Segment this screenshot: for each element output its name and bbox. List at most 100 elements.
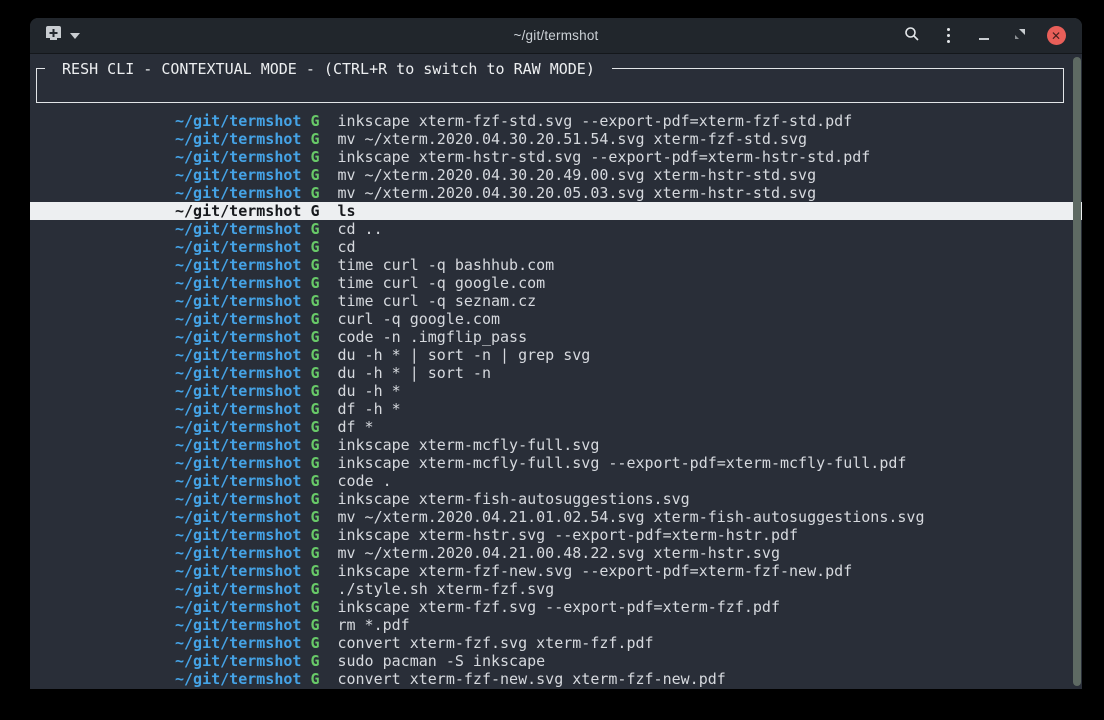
- prompt-path: ~/git/termshot: [175, 634, 301, 652]
- command-text: code .: [337, 472, 391, 490]
- menu-kebab-icon: [947, 28, 950, 43]
- git-indicator: G: [310, 400, 319, 418]
- git-indicator: G: [310, 382, 319, 400]
- prompt-path: ~/git/termshot: [175, 112, 301, 130]
- git-indicator: G: [310, 562, 319, 580]
- history-row[interactable]: ~/git/termshotGsudo pacman -S inkscape: [30, 652, 1082, 670]
- search-button[interactable]: [898, 22, 926, 50]
- command-text: code -n .imgflip_pass: [337, 328, 527, 346]
- history-row[interactable]: ~/git/termshotGmv ~/xterm.2020.04.30.20.…: [30, 130, 1082, 148]
- history-row[interactable]: ~/git/termshotGinkscape xterm-fzf-std.sv…: [30, 112, 1082, 130]
- git-indicator: G: [310, 274, 319, 292]
- history-row[interactable]: ~/git/termshot Ginkscape xterm-mcfly-full…: [30, 436, 1082, 454]
- history-row[interactable]: ~/git/termshotGmv ~/xterm.2020.04.30.20.…: [30, 184, 1082, 202]
- git-indicator: G: [310, 580, 319, 598]
- prompt-path: ~/git/termshot: [175, 148, 301, 166]
- history-row[interactable]: ~/git/termshotGmv ~/xterm.2020.04.30.20.…: [30, 166, 1082, 184]
- history-row[interactable]: ~/git/termshotGmv ~/xterm.2020.04.21.00.…: [30, 544, 1082, 562]
- history-row[interactable]: ~/git/termshotGinkscape xterm-fzf.svg --…: [30, 598, 1082, 616]
- command-text: convert xterm-fzf-new.svg xterm-fzf-new.…: [337, 670, 725, 688]
- git-indicator: G: [310, 472, 319, 490]
- git-indicator: G: [310, 202, 319, 220]
- history-row[interactable]: ~/git/termshotGdf -h *: [30, 400, 1082, 418]
- command-text: rm *.pdf: [337, 616, 409, 634]
- history-row[interactable]: ~/git/termshotGdu -h *: [30, 382, 1082, 400]
- history-row[interactable]: ~/git/termshotGdf *: [30, 418, 1082, 436]
- history-row[interactable]: ~/git/termshotGinkscape xterm-mcfly-full…: [30, 454, 1082, 472]
- history-row[interactable]: ~/git/termshotGmv ~/xterm.2020.04.21.01.…: [30, 508, 1082, 526]
- titlebar-right-controls: ✕: [898, 22, 1082, 50]
- command-text: du -h *: [337, 382, 400, 400]
- history-row[interactable]: ~/git/termshot Gdu -h * | sort -n | grep …: [30, 346, 1082, 364]
- prompt-path: ~/git/termshot: [175, 238, 301, 256]
- restore-button[interactable]: [1006, 22, 1034, 50]
- history-row[interactable]: ~/git/termshot Ginkscape xterm-fzf-new.sv…: [30, 562, 1082, 580]
- git-indicator: G: [310, 418, 319, 436]
- history-row[interactable]: ~/git/termshotGcd: [30, 238, 1082, 256]
- command-text: inkscape xterm-hstr.svg --export-pdf=xte…: [337, 526, 798, 544]
- git-indicator: G: [310, 292, 319, 310]
- command-text: mv ~/xterm.2020.04.30.20.49.00.svg xterm…: [337, 166, 816, 184]
- git-indicator: G: [310, 526, 319, 544]
- command-text: inkscape xterm-mcfly-full.svg: [337, 436, 599, 454]
- history-row[interactable]: ~/git/termshotGrm *.pdf: [30, 616, 1082, 634]
- prompt-path: ~/git/termshot: [175, 292, 301, 310]
- search-icon: [904, 26, 920, 45]
- history-row[interactable]: ~/git/termshot Gtime curl -q seznam.cz: [30, 292, 1082, 310]
- command-text: du -h * | sort -n | grep svg: [337, 346, 590, 364]
- command-text: mv ~/xterm.2020.04.21.00.48.22.svg xterm…: [337, 544, 780, 562]
- prompt-path: ~/git/termshot: [175, 184, 301, 202]
- history-row[interactable]: ~/git/termshotGinkscape xterm-hstr.svg -…: [30, 526, 1082, 544]
- close-icon: ✕: [1047, 26, 1066, 45]
- history-row[interactable]: ~/git/termshot Gtime curl -q google.com: [30, 274, 1082, 292]
- chevron-down-icon: [70, 33, 80, 39]
- command-text: inkscape xterm-fish-autosuggestions.svg: [337, 490, 689, 508]
- prompt-path: ~/git/termshot: [175, 544, 301, 562]
- command-text: time curl -q google.com: [337, 274, 545, 292]
- git-indicator: G: [310, 454, 319, 472]
- prompt-path: ~/git/termshot: [175, 580, 301, 598]
- command-text: mv ~/xterm.2020.04.21.01.02.54.svg xterm…: [337, 508, 924, 526]
- command-text: convert xterm-fzf.svg xterm-fzf.pdf: [337, 634, 653, 652]
- git-indicator: G: [310, 616, 319, 634]
- git-indicator: G: [310, 436, 319, 454]
- history-row[interactable]: ~/git/termshotGdu -h * | sort -n: [30, 364, 1082, 382]
- command-text: time curl -q seznam.cz: [337, 292, 536, 310]
- history-row[interactable]: ~/git/termshotGconvert xterm-fzf.svg xte…: [30, 634, 1082, 652]
- history-row[interactable]: ~/git/termshot G ./style.sh xterm-fzf.svg: [30, 580, 1082, 598]
- git-indicator: G: [310, 256, 319, 274]
- command-text: df -h *: [337, 400, 400, 418]
- history-row[interactable]: ~/git/termshotGcurl -q google.com: [30, 310, 1082, 328]
- history-row[interactable]: ~/git/termshotGls: [30, 202, 1082, 220]
- prompt-path: ~/git/termshot: [175, 490, 301, 508]
- new-tab-icon: [44, 26, 63, 45]
- history-row[interactable]: ~/git/termshotGinkscape xterm-hstr-std.s…: [30, 148, 1082, 166]
- history-row[interactable]: ~/git/termshot Gcode .: [30, 472, 1082, 490]
- prompt-path: ~/git/termshot: [175, 202, 301, 220]
- prompt-path: ~/git/termshot: [175, 364, 301, 382]
- command-text: ./style.sh xterm-fzf.svg: [337, 580, 554, 598]
- git-indicator: G: [310, 508, 319, 526]
- prompt-path: ~/git/termshot: [175, 274, 301, 292]
- command-text: inkscape xterm-hstr-std.svg --export-pdf…: [337, 148, 870, 166]
- history-row[interactable]: ~/git/termshotGconvert xterm-fzf-new.svg…: [30, 670, 1082, 688]
- minimize-button[interactable]: [970, 22, 998, 50]
- menu-button[interactable]: [934, 22, 962, 50]
- prompt-path: ~/git/termshot: [175, 472, 301, 490]
- command-text: inkscape xterm-fzf-std.svg --export-pdf=…: [337, 112, 852, 130]
- command-text: inkscape xterm-fzf-new.svg --export-pdf=…: [337, 562, 852, 580]
- git-indicator: G: [310, 346, 319, 364]
- history-row[interactable]: ~/git/termshotGcd ..: [30, 220, 1082, 238]
- history-row[interactable]: ~/git/termshotGtime curl -q bashhub.com: [30, 256, 1082, 274]
- new-tab-button[interactable]: [44, 26, 80, 45]
- git-indicator: G: [310, 130, 319, 148]
- git-indicator: G: [310, 166, 319, 184]
- close-button[interactable]: ✕: [1042, 22, 1070, 50]
- command-history-list: ~/git/termshot Ginkscape xterm-fzf-std.sv…: [30, 112, 1082, 688]
- history-row[interactable]: ~/git/termshotGinkscape xterm-fish-autos…: [30, 490, 1082, 508]
- history-row[interactable]: ~/git/termshotGcode -n .imgflip_pass: [30, 328, 1082, 346]
- prompt-path: ~/git/termshot: [175, 562, 301, 580]
- prompt-path: ~/git/termshot: [175, 436, 301, 454]
- prompt-path: ~/git/termshot: [175, 346, 301, 364]
- scrollbar[interactable]: [1073, 57, 1081, 686]
